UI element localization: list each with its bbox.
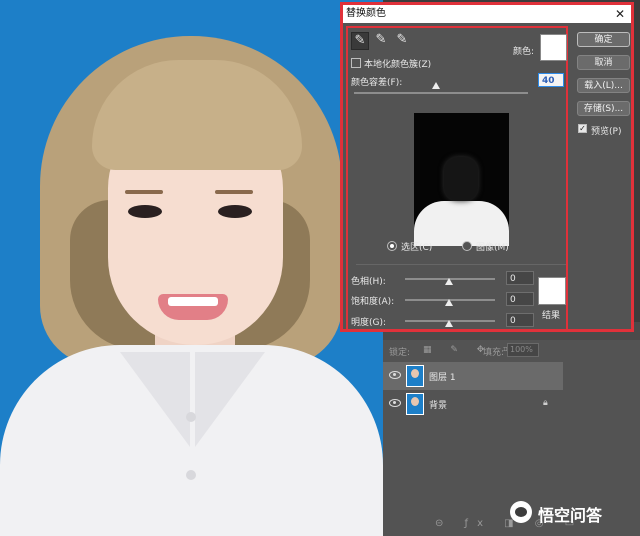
hue-slider-thumb[interactable] xyxy=(445,278,453,285)
selection-label: 选区(C) xyxy=(401,243,433,253)
watermark-logo-icon xyxy=(510,501,532,523)
tolerance-label: 颜色容差(F): xyxy=(351,78,403,88)
color-swatch[interactable] xyxy=(540,34,567,61)
selection-preview xyxy=(414,113,509,246)
portrait-photo xyxy=(0,0,383,536)
close-icon[interactable]: ✕ xyxy=(615,5,625,23)
lightness-input[interactable]: 0 xyxy=(506,313,534,327)
lightness-slider-thumb[interactable] xyxy=(445,320,453,327)
layer-thumbnail xyxy=(406,365,424,387)
preview-label: 预览(P) xyxy=(591,127,622,137)
saturation-slider-thumb[interactable] xyxy=(445,299,453,306)
fill-input[interactable]: 100% xyxy=(507,343,539,357)
collar-right xyxy=(195,352,265,447)
layer-row-layer1[interactable]: 图层 1 xyxy=(383,362,563,390)
dialog-main-area: ✎ ✎ ✎ 颜色: 本地化颜色簇(Z) 颜色容差(F): 40 选区(C) 图像… xyxy=(346,26,568,331)
hue-input[interactable]: 0 xyxy=(506,271,534,285)
lock-label: 锁定: xyxy=(389,348,411,358)
ok-button[interactable]: 确定 xyxy=(577,32,630,47)
shirt-shape xyxy=(0,345,383,536)
image-radio[interactable] xyxy=(462,241,472,251)
dialog-title: 替换颜色 xyxy=(346,8,386,19)
visibility-eye-icon[interactable] xyxy=(389,371,401,379)
load-button[interactable]: 载入(L)... xyxy=(577,78,630,93)
eyedropper-plus-icon[interactable]: ✎ xyxy=(373,32,389,48)
collar-left xyxy=(120,352,190,447)
shirt-button xyxy=(186,470,196,480)
visibility-eye-icon[interactable] xyxy=(389,399,401,407)
left-eye xyxy=(128,205,162,218)
eyedropper-icon[interactable]: ✎ xyxy=(351,32,369,50)
save-button[interactable]: 存储(S)... xyxy=(577,101,630,116)
localized-clusters-checkbox[interactable] xyxy=(351,58,361,68)
layer-thumbnail xyxy=(406,393,424,415)
left-brow xyxy=(125,190,163,194)
preview-face-shape xyxy=(444,157,478,201)
lock-row: 锁定: ▦ ✎ ✥ ⌗ ⊡ 填充: 100% xyxy=(383,340,640,362)
lock-icon: 🔒︎ xyxy=(543,398,548,408)
right-brow xyxy=(215,190,253,194)
saturation-label: 饱和度(A): xyxy=(351,297,395,307)
saturation-input[interactable]: 0 xyxy=(506,292,534,306)
right-eye xyxy=(218,205,252,218)
dialog-titlebar[interactable]: 替换颜色 ✕ xyxy=(343,5,631,23)
teeth-shape xyxy=(168,297,218,306)
hue-label: 色相(H): xyxy=(351,277,386,287)
selection-radio[interactable] xyxy=(387,241,397,251)
tolerance-input[interactable]: 40 xyxy=(538,73,564,87)
fill-label: 填充: xyxy=(483,348,505,358)
eyedropper-minus-icon[interactable]: ✎ xyxy=(394,32,410,48)
color-label: 颜色: xyxy=(513,47,535,57)
tolerance-slider-track[interactable] xyxy=(354,92,528,94)
result-label: 结果 xyxy=(542,311,561,321)
section-divider xyxy=(356,264,566,265)
layer-name: 背景 xyxy=(429,401,448,411)
lightness-label: 明度(G): xyxy=(351,318,387,328)
image-label: 图像(M) xyxy=(476,243,509,253)
preview-checkbox[interactable]: ✓ xyxy=(578,124,587,133)
layer-row-background[interactable]: 背景 🔒︎ xyxy=(383,390,563,418)
layer-name: 图层 1 xyxy=(429,373,456,383)
localized-clusters-label: 本地化颜色簇(Z) xyxy=(364,60,432,70)
result-swatch[interactable] xyxy=(538,277,566,305)
tolerance-slider-thumb[interactable] xyxy=(432,82,440,89)
shirt-button xyxy=(186,412,196,422)
cancel-button[interactable]: 取消 xyxy=(577,55,630,70)
replace-color-dialog: 替换颜色 ✕ ✎ ✎ ✎ 颜色: 本地化颜色簇(Z) 颜色容差(F): 40 选… xyxy=(340,2,634,332)
watermark-text: 悟空问答 xyxy=(538,506,603,525)
